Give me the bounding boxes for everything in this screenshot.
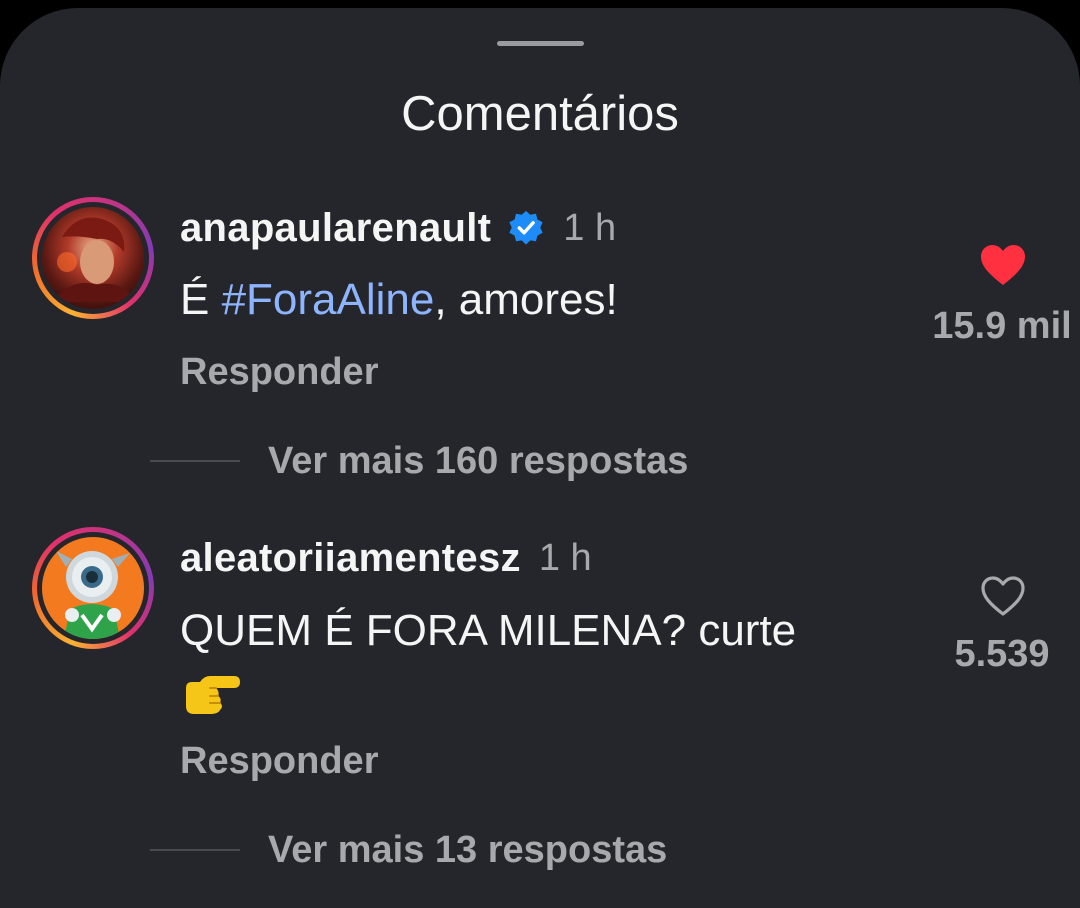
avatar-story-ring[interactable] bbox=[32, 197, 154, 319]
view-replies-label: Ver mais 13 respostas bbox=[268, 828, 668, 871]
comment-text-prefix: É bbox=[180, 275, 222, 324]
verified-badge-icon bbox=[507, 209, 545, 247]
comment-text-suffix: , amores! bbox=[434, 275, 618, 324]
replies-divider bbox=[150, 460, 240, 462]
avatar bbox=[42, 207, 144, 309]
username[interactable]: anapaularenault bbox=[180, 206, 491, 251]
view-replies-label: Ver mais 160 respostas bbox=[268, 439, 689, 482]
comment-text: QUEM É FORA MILENA? curte bbox=[180, 606, 797, 655]
like-count: 5.539 bbox=[954, 633, 1050, 675]
comments-sheet: Comentários anapaularenault 1 h É #ForaA… bbox=[0, 8, 1080, 908]
comment-time: 1 h bbox=[538, 536, 592, 579]
view-replies-button[interactable]: Ver mais 13 respostas bbox=[150, 825, 667, 875]
comment-text: É #ForaAline, amores! bbox=[180, 270, 618, 330]
replies-divider bbox=[150, 849, 240, 851]
comment-time: 1 h bbox=[563, 206, 617, 249]
view-replies-button[interactable]: Ver mais 160 respostas bbox=[150, 436, 688, 486]
username[interactable]: aleatoriiamentesz bbox=[180, 536, 521, 581]
pointing-right-hand-emoji bbox=[180, 670, 242, 718]
reply-button[interactable]: Responder bbox=[180, 736, 378, 786]
avatar bbox=[42, 537, 144, 639]
sheet-title: Comentários bbox=[401, 87, 679, 141]
reply-button[interactable]: Responder bbox=[180, 347, 378, 397]
heart-filled-icon[interactable] bbox=[979, 243, 1027, 287]
like-count: 15.9 mil bbox=[932, 305, 1072, 347]
hashtag-link[interactable]: #ForaAline bbox=[222, 275, 435, 324]
comment-header: aleatoriiamentesz 1 h bbox=[180, 530, 592, 586]
avatar-story-ring[interactable] bbox=[32, 527, 154, 649]
drag-handle[interactable] bbox=[497, 41, 584, 46]
heart-outline-icon[interactable] bbox=[979, 574, 1027, 618]
comment-header: anapaularenault 1 h bbox=[180, 200, 616, 256]
